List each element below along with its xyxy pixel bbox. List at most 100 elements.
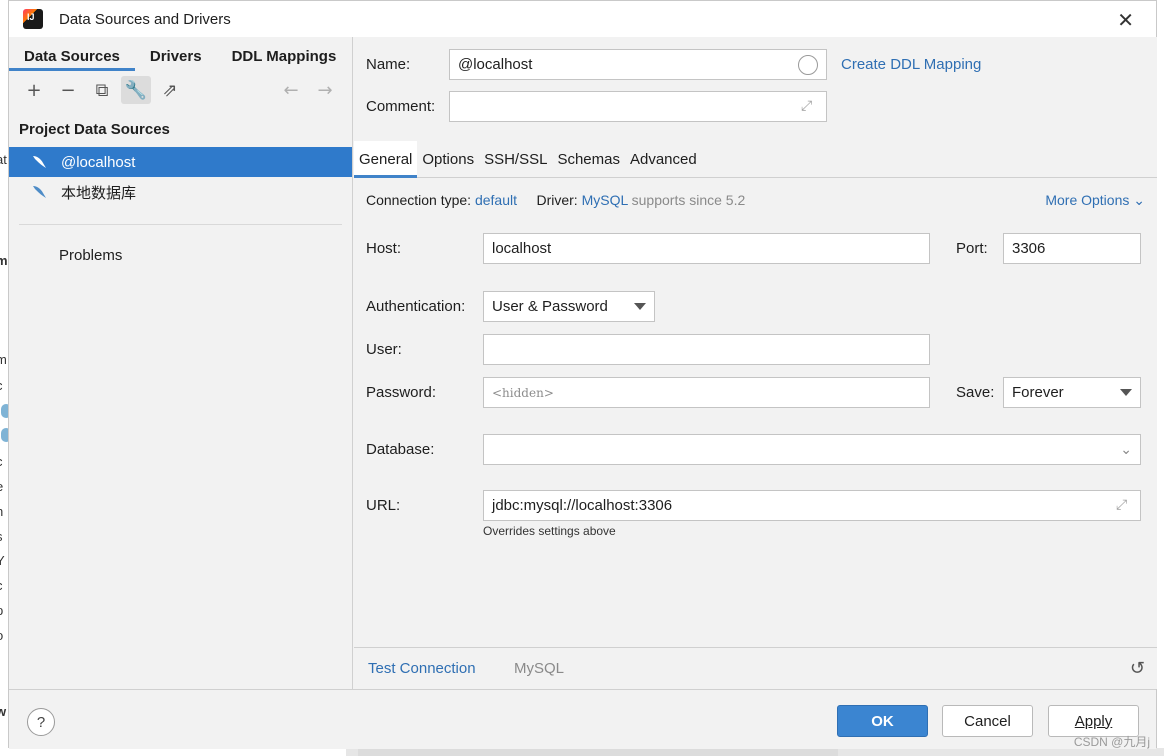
intellij-app-icon (23, 9, 43, 29)
url-value: jdbc:mysql://localhost:3306 (492, 497, 673, 514)
data-source-label: @localhost (61, 153, 136, 171)
cancel-button[interactable]: Cancel (942, 705, 1033, 737)
background-dot (1, 428, 8, 442)
save-label: Save: (956, 384, 995, 401)
connection-type-label: Connection type: (366, 192, 472, 208)
url-label: URL: (366, 497, 401, 514)
project-data-sources-heading: Project Data Sources (19, 121, 170, 138)
left-tab-bar: Data Sources Drivers DDL Mappings (9, 37, 352, 71)
background-text: w (0, 704, 7, 719)
name-label: Name: (366, 56, 411, 73)
window-title: Data Sources and Drivers (59, 10, 231, 28)
left-toolbar: + − ⧉ 🔧 ⇗ ← → (9, 71, 352, 109)
dropdown-caret-icon (634, 303, 646, 310)
save-select[interactable]: Forever (1003, 377, 1141, 408)
problems-item[interactable]: Problems (59, 247, 352, 264)
tab-data-sources[interactable]: Data Sources (9, 48, 135, 71)
tab-ssh-ssl[interactable]: SSH/SSL (479, 141, 552, 177)
color-circle-icon[interactable] (798, 55, 818, 75)
name-value: @localhost (458, 56, 533, 73)
create-ddl-mapping-link[interactable]: Create DDL Mapping (841, 56, 981, 73)
background-text: s (0, 529, 3, 544)
background-text: c (0, 378, 3, 393)
left-panel: Data Sources Drivers DDL Mappings + − ⧉ … (9, 37, 353, 689)
background-text: n (0, 504, 3, 519)
background-app-strip: at m m c c e n s Y c p o w (0, 0, 8, 756)
authentication-value: User & Password (492, 298, 608, 315)
comment-label: Comment: (366, 98, 436, 115)
export-icon[interactable]: ⇗ (155, 76, 185, 104)
close-icon[interactable]: ✕ (1117, 8, 1134, 32)
driver-label: Driver: (536, 192, 578, 208)
dialog-footer: ? OK Cancel Apply CSDN @九月j (9, 689, 1156, 749)
host-label: Host: (366, 240, 402, 257)
ok-button[interactable]: OK (837, 705, 928, 737)
dropdown-caret-icon (1120, 389, 1132, 396)
authentication-select[interactable]: User & Password (483, 291, 655, 322)
right-panel: Name: @localhost Create DDL Mapping Comm… (354, 37, 1157, 689)
back-arrow-icon[interactable]: ← (276, 76, 306, 104)
tab-options[interactable]: Options (417, 141, 479, 177)
data-sources-dialog: Data Sources and Drivers ✕ Data Sources … (8, 0, 1157, 749)
background-text: p (0, 603, 3, 618)
host-value: localhost (492, 240, 552, 257)
driver-link[interactable]: MySQL (582, 192, 628, 208)
driver-footer-label: MySQL (514, 660, 565, 677)
background-text: c (0, 454, 3, 469)
chevron-down-icon: ⌄ (1133, 192, 1145, 208)
remove-icon[interactable]: − (53, 76, 83, 104)
title-bar: Data Sources and Drivers ✕ (9, 1, 1156, 37)
tab-schemas[interactable]: Schemas (552, 141, 625, 177)
background-text: c (0, 578, 3, 593)
divider (19, 224, 342, 225)
chevron-down-icon: ⌄ (1120, 441, 1132, 457)
host-field[interactable]: localhost (483, 233, 930, 264)
port-value: 3306 (1012, 240, 1046, 257)
background-dot (1, 404, 8, 418)
undo-icon[interactable]: ↺ (1130, 658, 1145, 679)
authentication-label: Authentication: (366, 298, 466, 315)
connection-bottom-bar: Test Connection MySQL ↺ (354, 647, 1157, 689)
help-icon[interactable]: ? (27, 708, 55, 736)
connection-type-link[interactable]: default (475, 192, 517, 208)
wrench-icon[interactable]: 🔧 (121, 76, 151, 104)
password-field[interactable]: <hidden> (483, 377, 930, 408)
password-label: Password: (366, 384, 437, 401)
forward-arrow-icon[interactable]: → (310, 76, 340, 104)
data-source-item-local-db[interactable]: 本地数据库 (9, 177, 352, 207)
background-text: e (0, 479, 3, 494)
port-field[interactable]: 3306 (1003, 233, 1141, 264)
port-label: Port: (956, 240, 988, 257)
data-source-item-localhost[interactable]: @localhost (9, 147, 352, 177)
url-field[interactable]: jdbc:mysql://localhost:3306 (483, 490, 1141, 521)
user-field[interactable] (483, 334, 930, 365)
database-select[interactable]: ⌄ (483, 434, 1141, 465)
apply-label: Apply (1074, 712, 1113, 730)
name-field[interactable]: @localhost (449, 49, 827, 80)
background-text: o (0, 628, 3, 643)
tab-general[interactable]: General (354, 141, 418, 178)
tab-advanced[interactable]: Advanced (625, 141, 702, 177)
connection-tabs: General Options SSH/SSL Schemas Advanced (354, 141, 1157, 178)
add-icon[interactable]: + (19, 76, 49, 104)
url-note: Overrides settings above (483, 524, 616, 538)
more-options-label: More Options (1045, 192, 1130, 208)
connection-info: Connection type: default Driver: MySQL s… (366, 192, 745, 208)
mysql-dolphin-icon (31, 153, 49, 171)
user-label: User: (366, 341, 402, 358)
more-options-link[interactable]: More Options ⌄ (1045, 192, 1145, 209)
comment-field[interactable] (449, 91, 827, 122)
tab-ddl-mappings[interactable]: DDL Mappings (217, 48, 352, 71)
expand-icon[interactable]: ⤢ (1116, 497, 1127, 513)
save-value: Forever (1012, 384, 1064, 401)
test-connection-link[interactable]: Test Connection (368, 660, 476, 677)
tab-drivers[interactable]: Drivers (135, 48, 217, 71)
database-label: Database: (366, 441, 435, 458)
driver-note: supports since 5.2 (631, 192, 746, 208)
background-text: m (0, 253, 8, 268)
mysql-dolphin-icon (31, 183, 49, 201)
watermark: CSDN @九月j (1073, 735, 1150, 749)
expand-icon[interactable]: ⤢ (801, 98, 812, 114)
duplicate-icon[interactable]: ⧉ (87, 76, 117, 104)
background-text: m (0, 352, 7, 367)
